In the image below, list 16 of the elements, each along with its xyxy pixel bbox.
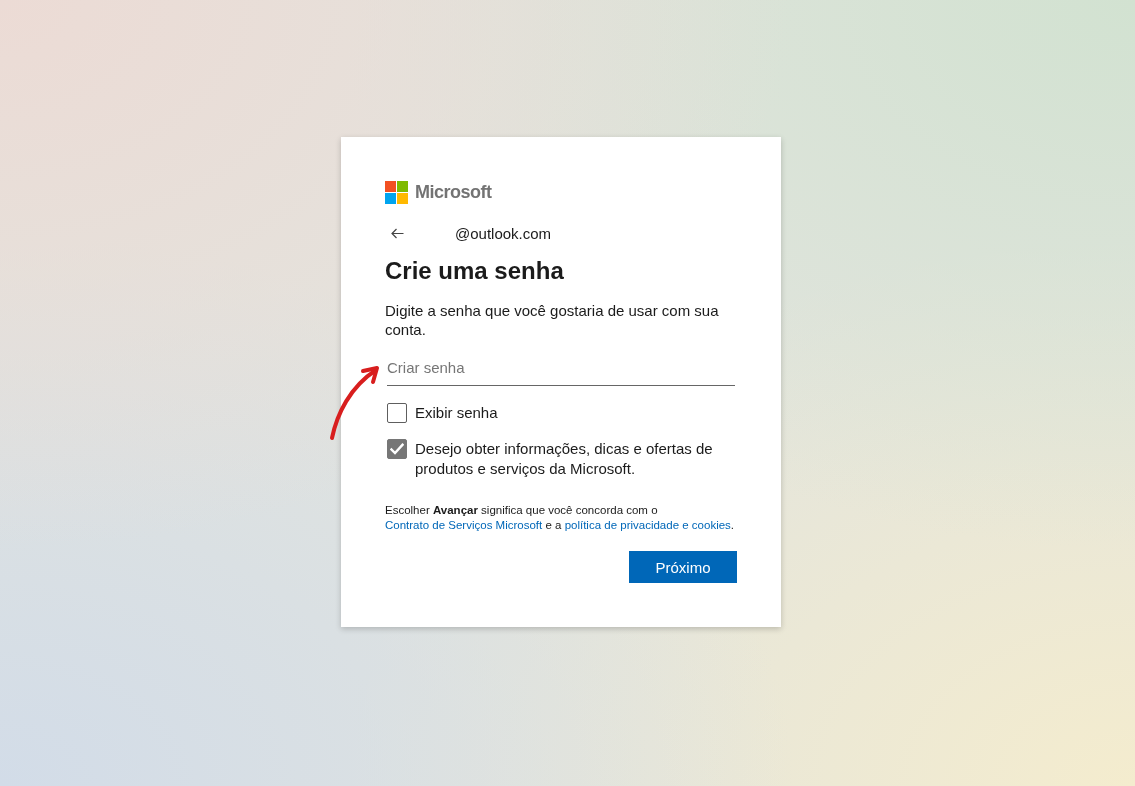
legal-link[interactable]: política de privacidade e cookies [564, 519, 731, 531]
logo-icon [385, 180, 408, 204]
checkmark-icon [390, 443, 404, 455]
logo-text: Microsoft [415, 181, 492, 203]
back-arrow-icon[interactable] [391, 227, 404, 239]
password-field[interactable]: Criar senha [387, 350, 735, 386]
checkbox-label: Exibir senha [415, 403, 498, 423]
checkbox-label: Desejo obter informações, dicas e ofertas de produtos e serviços da Microsoft. [415, 439, 714, 479]
next-button[interactable]: Próximo [629, 551, 737, 583]
legal-link[interactable]: Contrato de Serviços Microsoft [385, 519, 543, 531]
checkbox[interactable] [387, 439, 407, 459]
page-heading: Crie uma senha [385, 257, 565, 285]
checkbox[interactable] [387, 403, 407, 423]
account-email: @outlook.com [455, 224, 552, 242]
description-text: Digite a senha que você gostaria de usar com sua conta. [385, 301, 720, 339]
legal-text: Escolher Avançar significa que você concorda com o Contrato de Serviços Microsoft e a política de privacidade e cookies. [385, 503, 736, 533]
